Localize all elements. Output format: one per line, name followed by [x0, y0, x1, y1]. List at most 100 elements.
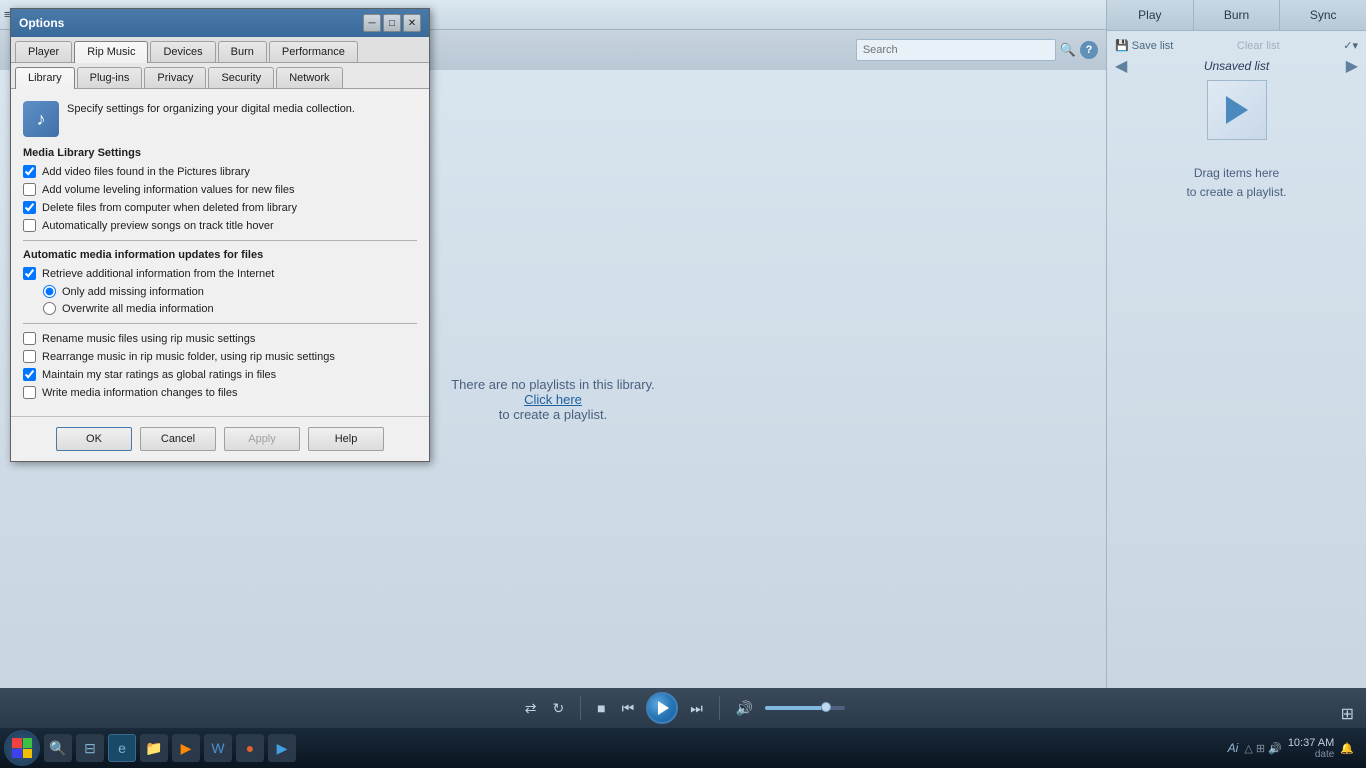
checkbox-delete-files: Delete files from computer when deleted … — [23, 201, 417, 214]
overwrite-radio[interactable] — [43, 302, 56, 315]
maximize-btn[interactable]: □ — [383, 14, 401, 32]
maintain-ratings-checkbox[interactable] — [23, 368, 36, 381]
stop-btn[interactable]: ■ — [593, 698, 609, 718]
subtab-plugins[interactable]: Plug-ins — [77, 67, 143, 88]
add-volume-checkbox[interactable] — [23, 183, 36, 196]
radio-only-add: Only add missing information — [43, 285, 417, 298]
next-btn[interactable]: ⏭ — [686, 698, 707, 719]
taskbar-time: 10:37 AM date — [1288, 737, 1334, 760]
delete-files-label: Delete files from computer when deleted … — [42, 202, 297, 214]
subtab-network[interactable]: Network — [276, 67, 342, 88]
subtab-security[interactable]: Security — [208, 67, 274, 88]
play-triangle-icon — [1226, 96, 1248, 124]
taskbar: 🔍 ⊟ e 📁 ▶ W ● ▶ Ai △ ⊞ 🔊 10:37 AM date 🔔 — [0, 728, 1366, 768]
taskbar-icon-vlc[interactable]: ▶ — [172, 734, 200, 762]
delete-files-checkbox[interactable] — [23, 201, 36, 214]
divider1 — [23, 240, 417, 241]
prev-btn[interactable]: ⏮ — [618, 698, 639, 719]
only-add-radio[interactable] — [43, 285, 56, 298]
tab-burn[interactable]: Burn — [218, 41, 267, 62]
maintain-ratings-label: Maintain my star ratings as global ratin… — [42, 369, 276, 381]
notification-icon[interactable]: 🔔 — [1340, 742, 1354, 755]
volume-slider[interactable] — [765, 706, 845, 710]
options-dialog[interactable]: Options ─ □ ✕ Player Rip Music Devices B… — [10, 8, 430, 462]
player-bar: ⇄ ↻ ■ ⏮ ⏭ 🔊 — [0, 688, 1366, 728]
dialog-sub-tabs: Library Plug-ins Privacy Security Networ… — [11, 63, 429, 89]
dialog-body: ♪ Specify settings for organizing your d… — [11, 89, 429, 416]
help-icon-btn[interactable]: ? — [1080, 41, 1098, 59]
ok-button[interactable]: OK — [56, 427, 132, 451]
right-panel-tabs: Play Burn Sync — [1107, 0, 1366, 31]
checkbox-maintain-ratings: Maintain my star ratings as global ratin… — [23, 368, 417, 381]
search-icon[interactable]: 🔍 — [1060, 42, 1076, 58]
subtab-privacy[interactable]: Privacy — [144, 67, 206, 88]
dialog-titlebar[interactable]: Options ─ □ ✕ — [11, 9, 429, 37]
divider2 — [23, 323, 417, 324]
music-note-icon: ♪ — [37, 109, 46, 130]
write-media-checkbox[interactable] — [23, 386, 36, 399]
forward-arrow-btn[interactable]: ▶ — [1346, 56, 1358, 76]
play-icon — [658, 701, 669, 715]
rearrange-music-checkbox[interactable] — [23, 350, 36, 363]
checkbox-write-media: Write media information changes to files — [23, 386, 417, 399]
tab-performance[interactable]: Performance — [269, 41, 358, 62]
taskbar-icon-task[interactable]: ⊟ — [76, 734, 104, 762]
search-input[interactable] — [856, 39, 1056, 61]
dialog-description: Specify settings for organizing your dig… — [67, 101, 417, 115]
ai-badge: Ai — [1228, 741, 1239, 755]
apply-button[interactable]: Apply — [224, 427, 300, 451]
section2-label: Automatic media information updates for … — [23, 249, 417, 261]
taskbar-icon-chrome[interactable]: ● — [236, 734, 264, 762]
add-video-checkbox[interactable] — [23, 165, 36, 178]
right-panel-body: 💾 Save list Clear list ✓▾ ◀ Unsaved list… — [1107, 31, 1366, 747]
play-btn-main[interactable] — [646, 692, 678, 724]
rename-music-checkbox[interactable] — [23, 332, 36, 345]
dialog-title: Options — [19, 16, 361, 30]
help-button[interactable]: Help — [308, 427, 384, 451]
checkbox-add-video: Add video files found in the Pictures li… — [23, 165, 417, 178]
dialog-top-tabs: Player Rip Music Devices Burn Performanc… — [11, 37, 429, 63]
back-arrow-btn[interactable]: ◀ — [1115, 56, 1127, 76]
subtab-library[interactable]: Library — [15, 67, 75, 89]
repeat-btn[interactable]: ↻ — [548, 698, 568, 719]
minimize-btn[interactable]: ─ — [363, 14, 381, 32]
tab-devices[interactable]: Devices — [150, 41, 215, 62]
click-here-link[interactable]: Click here — [524, 392, 582, 407]
tab-play[interactable]: Play — [1107, 0, 1194, 30]
player-sep1 — [580, 696, 581, 720]
retrieve-info-label: Retrieve additional information from the… — [42, 268, 274, 280]
tab-rip-music[interactable]: Rip Music — [74, 41, 148, 63]
taskbar-icon-word[interactable]: W — [204, 734, 232, 762]
drag-items-text: Drag items here to create a playlist. — [1186, 164, 1286, 202]
start-button[interactable] — [4, 730, 40, 766]
rearrange-music-label: Rearrange music in rip music folder, usi… — [42, 351, 335, 363]
taskbar-system-icons: △ ⊞ 🔊 — [1244, 742, 1282, 755]
cancel-button[interactable]: Cancel — [140, 427, 216, 451]
eq-btn[interactable]: ⊞ — [1341, 704, 1354, 724]
clear-list-btn: Clear list — [1237, 40, 1280, 52]
tab-sync[interactable]: Sync — [1280, 0, 1366, 30]
tab-player[interactable]: Player — [15, 41, 72, 62]
taskbar-icon-folder[interactable]: 📁 — [140, 734, 168, 762]
close-btn[interactable]: ✕ — [403, 14, 421, 32]
taskbar-icon-ie[interactable]: e — [108, 734, 136, 762]
radio-overwrite: Overwrite all media information — [43, 302, 417, 315]
overwrite-label: Overwrite all media information — [62, 303, 214, 315]
taskbar-icon-wmp[interactable]: ▶ — [268, 734, 296, 762]
save-list-btn[interactable]: 💾 Save list — [1115, 39, 1173, 52]
add-volume-label: Add volume leveling information values f… — [42, 184, 295, 196]
shuffle-btn[interactable]: ⇄ — [521, 698, 541, 719]
retrieve-info-checkbox[interactable] — [23, 267, 36, 280]
to-create-text: to create a playlist. — [499, 407, 607, 422]
playlist-icon-box — [1207, 80, 1267, 140]
unsaved-list-title: Unsaved list — [1204, 59, 1269, 73]
volume-thumb — [821, 702, 831, 712]
taskbar-icon-search[interactable]: 🔍 — [44, 734, 72, 762]
checkbox-rearrange-music: Rearrange music in rip music folder, usi… — [23, 350, 417, 363]
tab-burn[interactable]: Burn — [1194, 0, 1281, 30]
auto-preview-checkbox[interactable] — [23, 219, 36, 232]
list-options-btn[interactable]: ✓▾ — [1343, 39, 1358, 52]
no-playlists-text: There are no playlists in this library. — [451, 377, 655, 392]
mute-btn[interactable]: 🔊 — [732, 698, 757, 719]
search-area: 🔍 ? — [848, 30, 1106, 70]
